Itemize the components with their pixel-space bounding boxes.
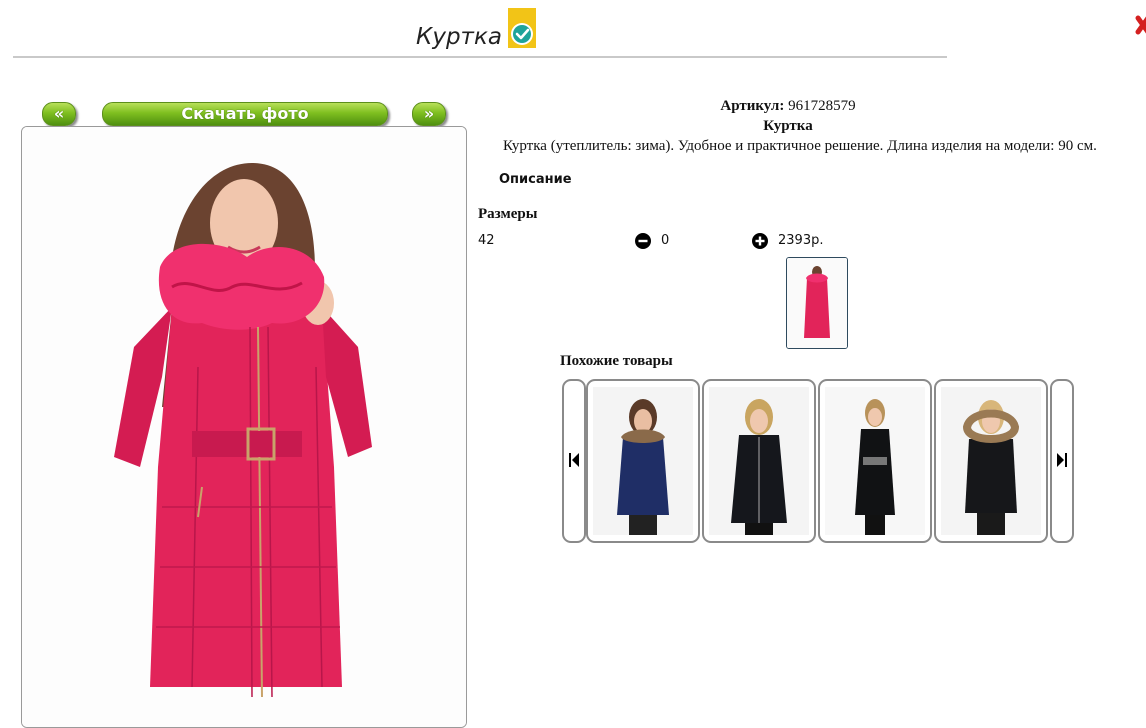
skip-forward-icon [1057,453,1067,467]
next-photo-button[interactable]: » [412,102,446,126]
similar-item-image [825,387,925,535]
similar-item[interactable] [702,379,816,543]
carousel-prev-button[interactable] [562,379,586,543]
article-line: Артикул: 961728579 [470,98,1106,115]
title-bar: Куртка [0,0,960,60]
download-photo-button[interactable]: Скачать фото [102,102,388,126]
article-value: 961728579 [788,98,856,114]
description-heading[interactable]: Описание [499,172,572,187]
similar-item[interactable] [818,379,932,543]
photo-thumbnail[interactable] [786,257,848,349]
similar-item[interactable] [586,379,700,543]
similar-item-image [709,387,809,535]
similar-item[interactable] [934,379,1048,543]
page-title: Куртка [416,24,502,50]
price: 2393р. [778,233,824,248]
minus-icon[interactable] [635,233,651,249]
verified-badge-icon [508,8,536,48]
similar-item-image [593,387,693,535]
article-label: Артикул: [720,98,785,114]
plus-icon[interactable] [752,233,768,249]
similar-item-image [941,387,1041,535]
sizes-heading: Размеры [478,206,538,222]
product-description: Куртка (утеплитель: зима). Удобное и пра… [503,138,1097,154]
product-name: Куртка [763,118,813,134]
thumbnail-image [787,258,847,348]
main-product-photo[interactable] [21,126,467,728]
carousel-next-button[interactable] [1050,379,1074,543]
close-icon[interactable] [1134,8,1146,42]
similar-heading: Похожие товары [560,353,673,369]
skip-back-icon [569,453,579,467]
size-value: 42 [478,233,495,248]
quantity-value: 0 [661,233,670,248]
jacket-illustration [22,127,466,727]
title-divider [13,56,947,58]
prev-photo-button[interactable]: « [42,102,76,126]
